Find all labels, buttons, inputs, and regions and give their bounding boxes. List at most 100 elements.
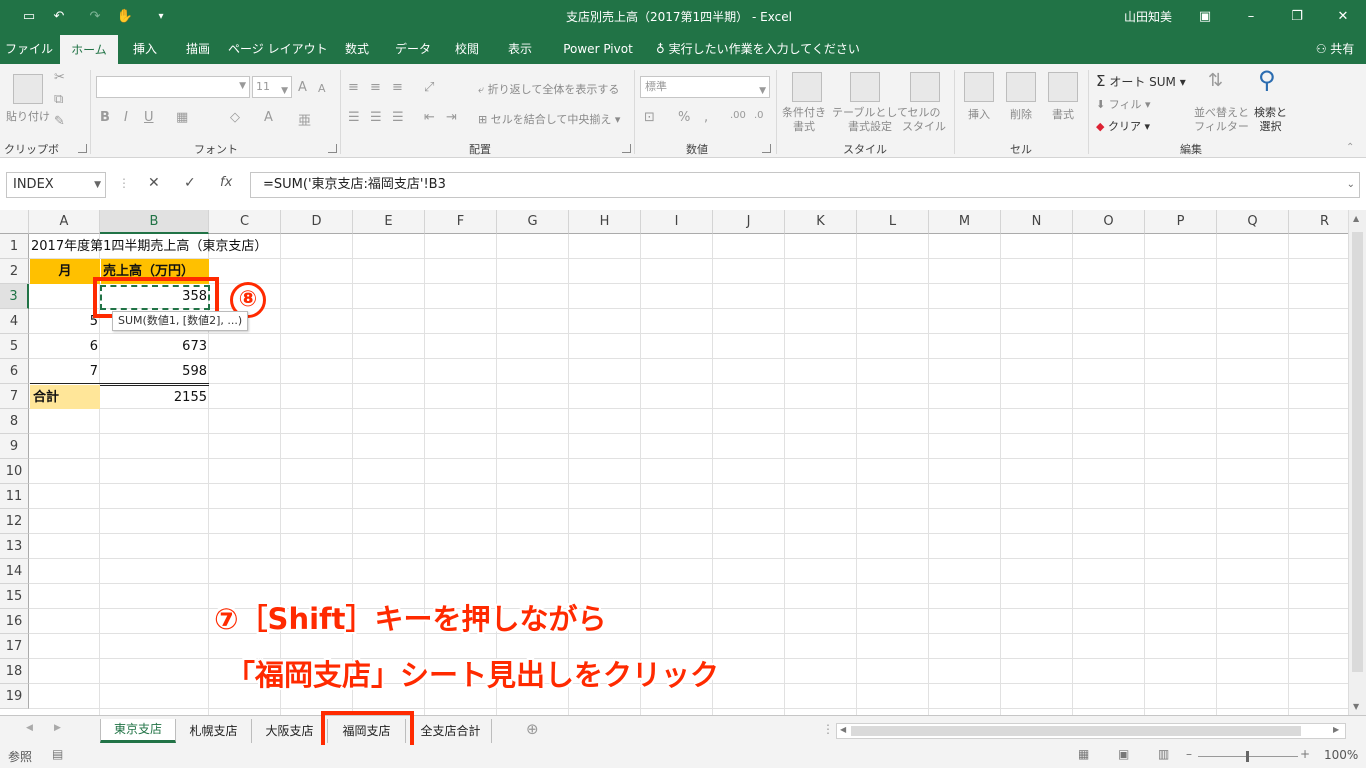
row-header-17[interactable]: 17 — [0, 634, 29, 659]
cell-b5[interactable]: 673 — [101, 334, 207, 359]
row-header-3[interactable]: 3 — [0, 284, 29, 309]
tab-review[interactable]: 校閲 — [444, 34, 490, 64]
sheet-tab-sapporo[interactable]: 札幌支店 — [176, 719, 252, 743]
format-cells-label[interactable]: 書式 — [1052, 106, 1074, 122]
scroll-up-icon[interactable]: ▲ — [1353, 214, 1359, 223]
row-header-14[interactable]: 14 — [0, 559, 29, 584]
number-format-combo[interactable]: 標準 ▼ — [640, 76, 770, 98]
number-launcher-icon[interactable] — [762, 144, 771, 153]
zoom-in-icon[interactable]: + — [1300, 747, 1310, 761]
paste-icon[interactable] — [13, 74, 43, 104]
sort-filter-label[interactable]: 並べ替えと フィルター — [1194, 106, 1249, 134]
zoom-slider-thumb[interactable] — [1246, 751, 1249, 762]
cell-b7[interactable]: 2155 — [101, 385, 207, 410]
decrease-font-icon[interactable]: A — [318, 82, 326, 95]
align-top-icon[interactable]: ≡ — [348, 80, 359, 95]
row-header-13[interactable]: 13 — [0, 534, 29, 559]
name-box-dropdown-icon[interactable]: ▼ — [94, 173, 101, 197]
row-header-6[interactable]: 6 — [0, 359, 29, 384]
row-header-15[interactable]: 15 — [0, 584, 29, 609]
sort-filter-icon[interactable]: ⇅ — [1208, 70, 1223, 91]
touch-mode-icon[interactable]: ✋ — [116, 8, 134, 26]
row-header-11[interactable]: 11 — [0, 484, 29, 509]
font-launcher-icon[interactable] — [328, 144, 337, 153]
zoom-level[interactable]: 100% — [1324, 748, 1358, 762]
tab-page-layout[interactable]: ページ レイアウト — [228, 34, 328, 64]
customize-qat-icon[interactable]: ▾ — [152, 8, 170, 26]
tell-me-box[interactable]: ♁ 実行したい作業を入力してください — [656, 34, 860, 64]
cell-styles-icon[interactable] — [910, 72, 940, 102]
row-header-10[interactable]: 10 — [0, 459, 29, 484]
increase-decimal-icon[interactable]: .00 — [730, 110, 746, 121]
delete-cells-icon[interactable] — [1006, 72, 1036, 102]
cell-a5[interactable]: 6 — [30, 334, 98, 359]
cancel-icon[interactable]: ✕ — [148, 175, 160, 191]
cell-a6[interactable]: 7 — [30, 359, 98, 384]
collapse-ribbon-icon[interactable]: ⌃ — [1346, 142, 1354, 153]
sheet-tab-tokyo[interactable]: 東京支店 — [100, 719, 176, 743]
redo-icon[interactable]: ↷ — [86, 8, 104, 26]
fill-button[interactable]: ⬇ フィル ▾ — [1096, 96, 1151, 112]
normal-view-icon[interactable]: ▦ — [1078, 747, 1089, 761]
column-header-b[interactable]: B — [100, 210, 209, 234]
column-header-l[interactable]: L — [857, 210, 929, 234]
macro-record-icon[interactable]: ▤ — [52, 747, 63, 761]
row-header-2[interactable]: 2 — [0, 259, 29, 284]
scroll-down-icon[interactable]: ▼ — [1353, 702, 1359, 711]
decrease-decimal-icon[interactable]: .0 — [754, 110, 764, 121]
increase-font-icon[interactable]: A — [298, 80, 307, 95]
column-header-m[interactable]: M — [929, 210, 1001, 234]
cell-a4[interactable]: 5 — [30, 309, 98, 334]
column-header-e[interactable]: E — [353, 210, 425, 234]
format-cells-icon[interactable] — [1048, 72, 1078, 102]
cell-a1[interactable]: 2017年度第1四半期売上高（東京支店） — [31, 234, 267, 259]
column-header-n[interactable]: N — [1001, 210, 1073, 234]
percent-button[interactable]: % — [678, 110, 690, 125]
row-header-18[interactable]: 18 — [0, 659, 29, 684]
select-all-corner[interactable] — [0, 210, 29, 234]
orientation-icon[interactable]: ⤢ — [424, 80, 434, 95]
row-header-19[interactable]: 19 — [0, 684, 29, 709]
cell-a7[interactable]: 合計 — [30, 385, 100, 409]
conditional-format-label[interactable]: 条件付き 書式 — [782, 106, 826, 134]
tab-draw[interactable]: 描画 — [174, 34, 222, 64]
format-painter-icon[interactable]: ✎ — [54, 114, 65, 129]
column-header-c[interactable]: C — [209, 210, 281, 234]
column-header-p[interactable]: P — [1145, 210, 1217, 234]
minimize-button[interactable]: – — [1228, 0, 1274, 34]
row-header-16[interactable]: 16 — [0, 609, 29, 634]
decrease-indent-icon[interactable]: ⇤ — [424, 110, 435, 125]
phonetic-icon[interactable]: 亜 — [298, 110, 311, 129]
copy-icon[interactable]: ⧉ — [54, 92, 63, 107]
fill-color-icon[interactable]: ◇ — [230, 110, 240, 125]
formula-input[interactable]: =SUM('東京支店:福岡支店'!B3 ⌄ — [250, 172, 1360, 198]
align-right-icon[interactable]: ☰ — [392, 110, 404, 125]
row-header-9[interactable]: 9 — [0, 434, 29, 459]
tab-insert[interactable]: 挿入 — [122, 34, 168, 64]
restore-button[interactable]: ❐ — [1274, 0, 1320, 34]
tab-data[interactable]: データ — [388, 34, 438, 64]
tab-view[interactable]: 表示 — [496, 34, 544, 64]
new-sheet-icon[interactable]: ⊕ — [526, 720, 539, 738]
column-header-i[interactable]: I — [641, 210, 713, 234]
alignment-launcher-icon[interactable] — [622, 144, 631, 153]
name-box[interactable]: INDEX ▼ — [6, 172, 106, 198]
insert-cells-label[interactable]: 挿入 — [968, 106, 990, 122]
comma-style-icon[interactable]: , — [704, 110, 708, 125]
column-header-g[interactable]: G — [497, 210, 569, 234]
ribbon-display-options-icon[interactable]: ▣ — [1182, 0, 1228, 34]
user-name[interactable]: 山田知美 — [1124, 0, 1172, 34]
increase-indent-icon[interactable]: ⇥ — [446, 110, 457, 125]
tab-split-icon[interactable]: ⋮ — [822, 722, 834, 736]
horizontal-scrollbar[interactable]: ◀ ▶ — [836, 723, 1346, 739]
wrap-text-button[interactable]: ⤶ 折り返して全体を表示する — [478, 81, 619, 97]
column-header-j[interactable]: J — [713, 210, 785, 234]
row-header-4[interactable]: 4 — [0, 309, 29, 334]
delete-cells-label[interactable]: 削除 — [1010, 106, 1032, 122]
format-as-table-icon[interactable] — [850, 72, 880, 102]
column-header-f[interactable]: F — [425, 210, 497, 234]
font-name-combo[interactable]: ▼ — [96, 76, 250, 98]
sheet-tab-total[interactable]: 全支店合計 — [410, 719, 492, 743]
cell-styles-label[interactable]: セルの スタイル — [902, 106, 946, 134]
close-button[interactable]: ✕ — [1320, 0, 1366, 34]
